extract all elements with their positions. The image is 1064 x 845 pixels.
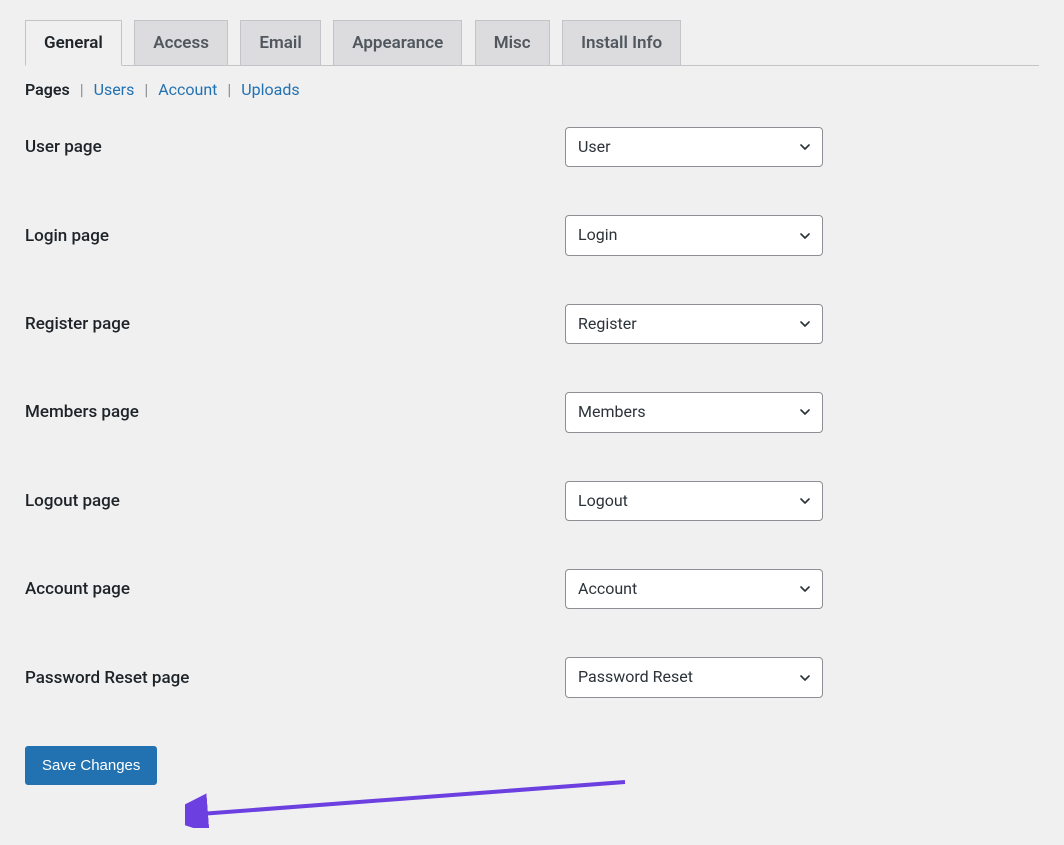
subnav-pages: Pages bbox=[25, 80, 70, 99]
label-password-reset-page: Password Reset page bbox=[25, 668, 565, 688]
field-register-page: Register page Register bbox=[25, 304, 1039, 344]
select-logout-page[interactable]: Logout bbox=[565, 481, 823, 521]
subnav: Pages | Users | Account | Uploads bbox=[25, 80, 1039, 99]
tab-appearance[interactable]: Appearance bbox=[333, 20, 462, 65]
tab-email[interactable]: Email bbox=[240, 20, 320, 65]
save-changes-button[interactable]: Save Changes bbox=[25, 746, 157, 785]
select-user-page[interactable]: User bbox=[565, 127, 823, 167]
tab-general[interactable]: General bbox=[25, 20, 122, 66]
tab-install-info[interactable]: Install Info bbox=[562, 20, 681, 65]
label-login-page: Login page bbox=[25, 226, 565, 246]
select-login-page[interactable]: Login bbox=[565, 215, 823, 255]
field-logout-page: Logout page Logout bbox=[25, 481, 1039, 521]
subnav-users[interactable]: Users bbox=[94, 80, 135, 99]
subnav-separator: | bbox=[227, 80, 231, 99]
label-logout-page: Logout page bbox=[25, 491, 565, 511]
field-account-page: Account page Account bbox=[25, 569, 1039, 609]
tab-misc[interactable]: Misc bbox=[475, 20, 550, 65]
select-password-reset-page[interactable]: Password Reset bbox=[565, 657, 823, 697]
tab-access[interactable]: Access bbox=[134, 20, 228, 65]
subnav-separator: | bbox=[80, 80, 84, 99]
nav-tab-wrapper: General Access Email Appearance Misc Ins… bbox=[25, 20, 1039, 66]
select-register-page[interactable]: Register bbox=[565, 304, 823, 344]
label-account-page: Account page bbox=[25, 579, 565, 599]
subnav-separator: | bbox=[144, 80, 148, 99]
label-user-page: User page bbox=[25, 137, 565, 157]
settings-form: User page User Login page Login Register… bbox=[25, 127, 1039, 698]
label-register-page: Register page bbox=[25, 314, 565, 334]
select-account-page[interactable]: Account bbox=[565, 569, 823, 609]
label-members-page: Members page bbox=[25, 402, 565, 422]
field-password-reset-page: Password Reset page Password Reset bbox=[25, 657, 1039, 697]
field-user-page: User page User bbox=[25, 127, 1039, 167]
subnav-uploads[interactable]: Uploads bbox=[241, 80, 299, 99]
select-members-page[interactable]: Members bbox=[565, 392, 823, 432]
subnav-account[interactable]: Account bbox=[158, 80, 217, 99]
field-login-page: Login page Login bbox=[25, 215, 1039, 255]
field-members-page: Members page Members bbox=[25, 392, 1039, 432]
